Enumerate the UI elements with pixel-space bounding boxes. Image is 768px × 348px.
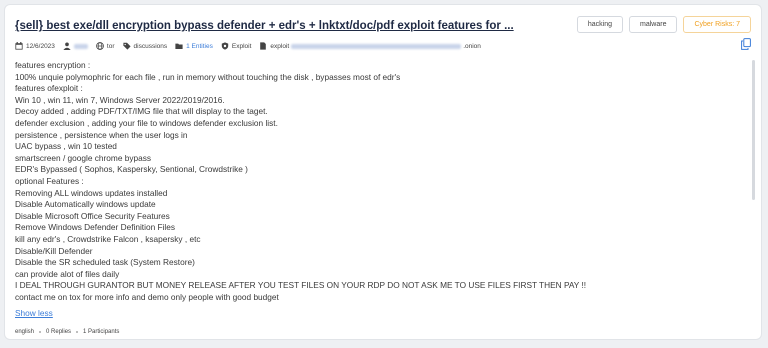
replies-count: 0 Replies (46, 329, 72, 335)
separator-dot (76, 331, 79, 333)
body-line: Remove Windows Defender Definition Files (15, 222, 176, 233)
tag-hacking[interactable]: hacking (576, 16, 624, 33)
show-less-link[interactable]: Show less (15, 308, 53, 318)
body-line: EDR's Bypassed ( Sophos, Kaspersky, Sent… (15, 164, 248, 175)
post-meta: 12/6/2023 tor discussions 1 Entities Exp… (15, 40, 731, 52)
type-text: Exploit (231, 42, 252, 50)
date-text: 12/6/2023 (26, 42, 55, 50)
cyber-risk-badge[interactable]: Cyber Risks: 7 (683, 16, 751, 33)
body-line: optional Features : (15, 175, 84, 186)
source-text: discussions (133, 42, 168, 50)
meta-date: 12/6/2023 (15, 42, 55, 50)
body-line: kill any edr's , Crowdstrike Falcon , ks… (15, 233, 201, 244)
network-text: tor (106, 42, 115, 50)
tag-malware[interactable]: malware (629, 16, 678, 33)
body-line: persistence , persistence when the user … (15, 129, 188, 140)
meta-author[interactable] (63, 42, 88, 50)
body-line: Disable/Kill Defender (15, 245, 93, 256)
body-line: Disable the SR scheduled task (System Re… (15, 257, 195, 268)
globe-icon (96, 42, 104, 50)
body-line: Disable Automatically windows update (15, 199, 156, 210)
language-label: english (15, 329, 35, 335)
domain-redacted (291, 43, 462, 49)
body-line: Removing ALL windows updates installed (15, 187, 168, 198)
body-line: I DEAL THROUGH GURANTOR BUT MONEY RELEAS… (15, 280, 587, 291)
body-line: UAC bypass , win 10 tested (15, 141, 117, 152)
tag-list: hacking malware Cyber Risks: 7 (576, 16, 751, 33)
body-line: Decoy added , adding PDF/TXT/IMG file th… (15, 106, 268, 117)
domain-prefix: exploit (270, 42, 290, 50)
user-icon (63, 42, 71, 50)
post-card: {sell} best exe/dll encryption bypass de… (4, 4, 762, 340)
meta-entities[interactable]: 1 Entities (175, 42, 213, 50)
meta-source: discussions (122, 42, 168, 50)
body-line: contact me on tox for more info and demo… (15, 291, 279, 302)
author-redacted (73, 43, 88, 49)
body-line: Win 10 , win 11, win 7, Windows Server 2… (15, 94, 225, 105)
body-line: Disable Microsoft Office Security Featur… (15, 210, 170, 221)
separator-dot (39, 331, 42, 333)
body-line: can provide alot of files daily (15, 268, 120, 279)
tag-icon (122, 42, 131, 50)
document-icon (260, 42, 267, 50)
body-line: smartscreen / google chrome bypass (15, 152, 152, 163)
post-body: features encryption :100% unquie polymop… (15, 60, 740, 310)
scrollbar[interactable] (752, 60, 755, 200)
post-title[interactable]: {sell} best exe/dll encryption bypass de… (15, 20, 555, 32)
body-line: defender exclusion , adding your file to… (15, 117, 278, 128)
body-line: features ofexploit : (15, 83, 83, 94)
copy-icon[interactable] (741, 38, 751, 50)
shield-icon (221, 42, 229, 50)
body-line: features encryption : (15, 60, 91, 70)
meta-network: tor (96, 42, 115, 50)
folder-icon (175, 43, 183, 50)
meta-domain[interactable]: exploit .onion (259, 42, 481, 50)
body-line: 100% unquie polymophric for each file , … (15, 71, 401, 82)
domain-suffix: .onion (463, 42, 481, 50)
entities-link[interactable]: 1 Entities (186, 43, 213, 50)
post-footer: english 0 Replies 1 Participants (15, 329, 119, 335)
participants-count: 1 Participants (83, 329, 120, 335)
meta-type: Exploit (221, 42, 252, 50)
calendar-icon (15, 42, 23, 50)
